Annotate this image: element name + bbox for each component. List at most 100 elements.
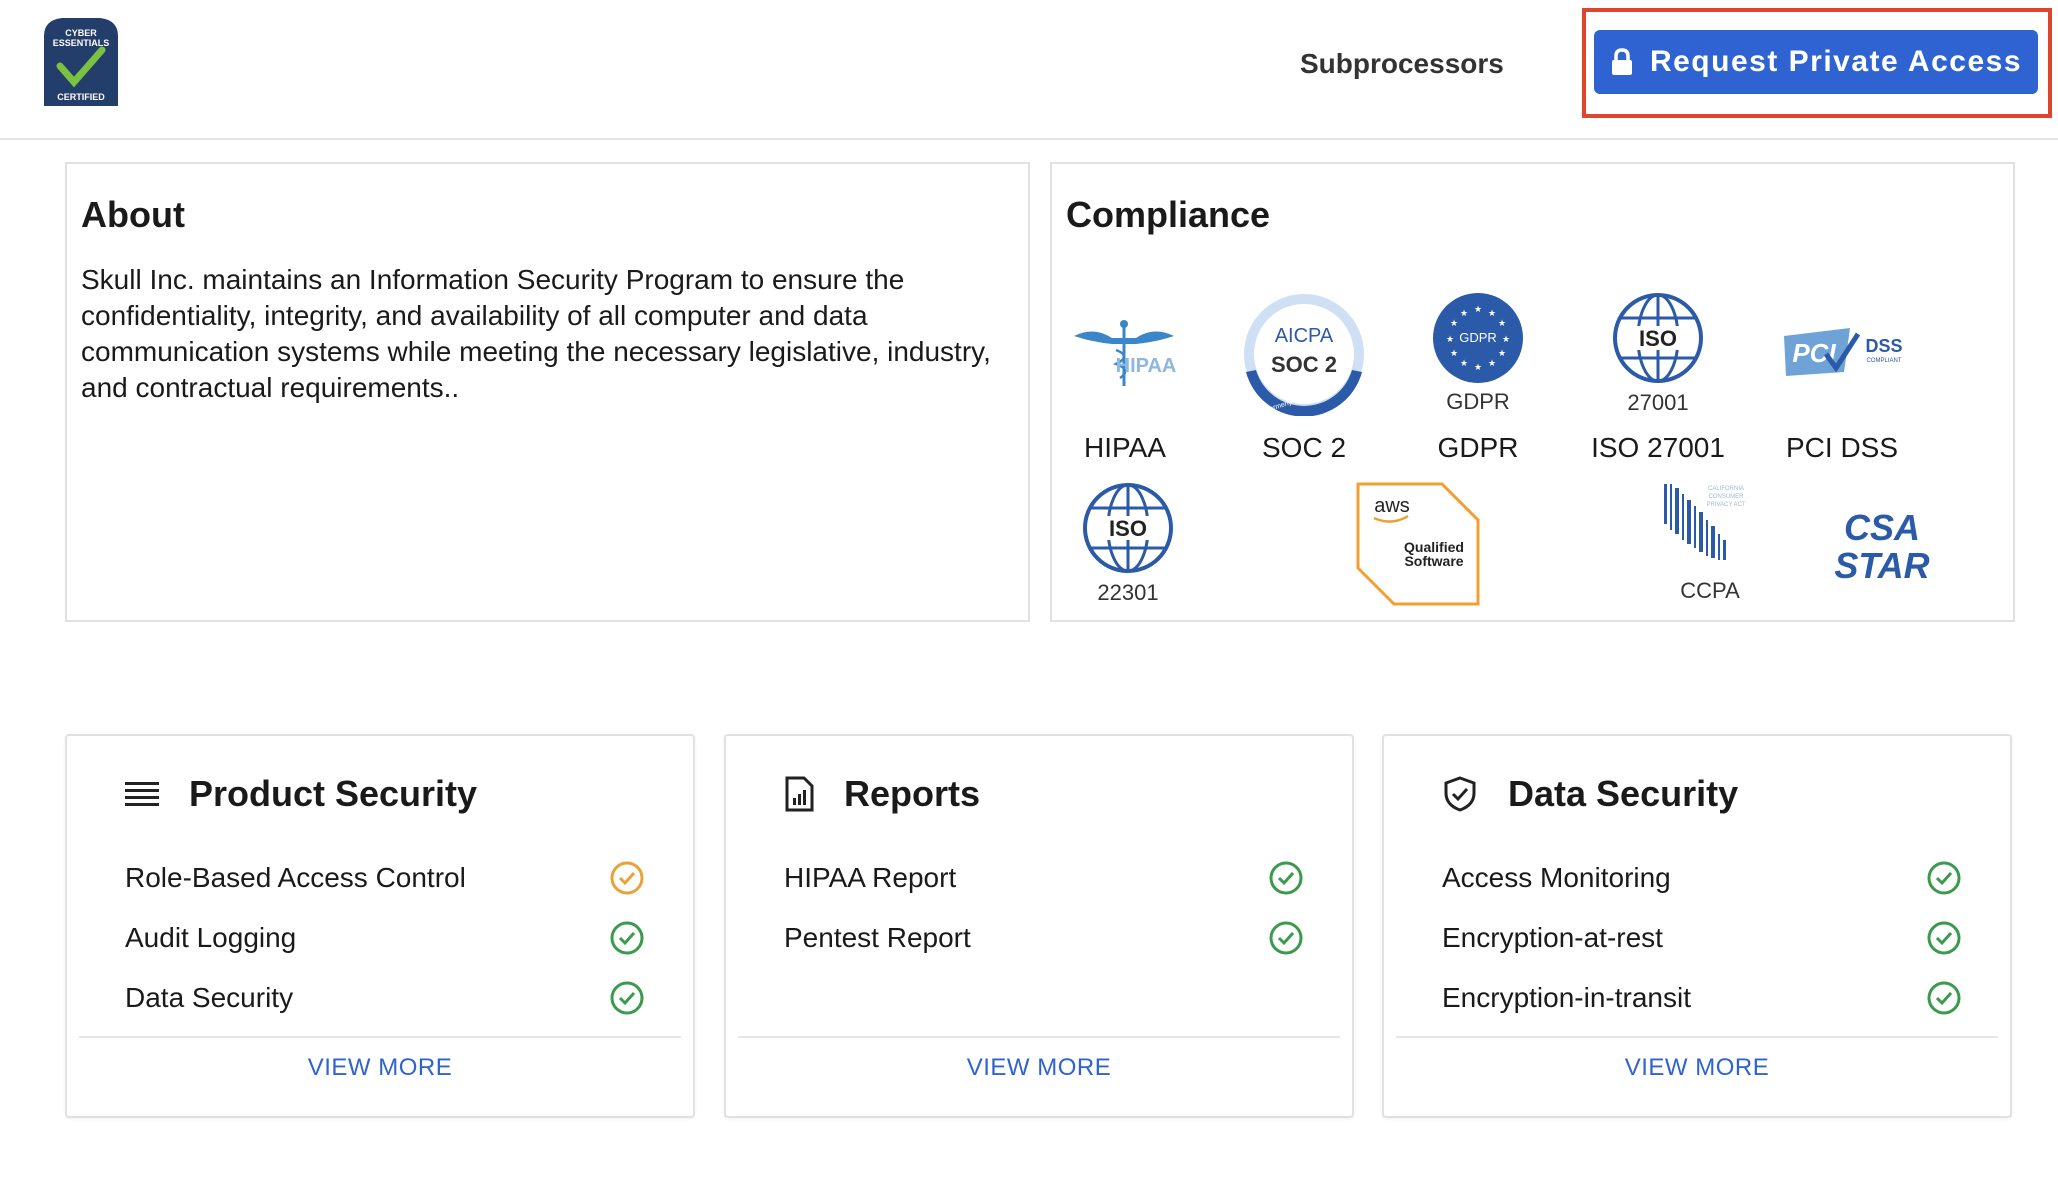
about-title: About	[81, 194, 185, 235]
data-security-title: Data Security	[1508, 773, 1739, 814]
gdpr-logo[interactable]: ★ ★★★ ★★★★ ★★★★ GDPR	[1432, 292, 1524, 384]
badge-label-pci-dss: PCI DSS	[1785, 432, 1899, 463]
svg-text:★: ★	[1450, 349, 1458, 359]
check-circle-icon	[1927, 921, 1961, 955]
list-item[interactable]: Audit Logging	[125, 916, 645, 960]
data-security-view-more[interactable]: VIEW MORE	[1384, 1054, 2010, 1082]
iso27001-logo[interactable]: ISO	[1612, 292, 1704, 384]
product-security-header: Product Security	[125, 764, 477, 824]
ccpa-small2: CONSUMER	[1708, 494, 1744, 500]
soc2-logo-sub: SOC 2	[1271, 352, 1337, 377]
list-item-label: Encryption-at-rest	[1442, 922, 1663, 953]
ccpa-small3: PRIVACY ACT	[1706, 502, 1745, 508]
csa-logo-text: CSA	[1844, 507, 1920, 548]
svg-text:★: ★	[1498, 319, 1506, 329]
svg-text:★: ★	[1502, 335, 1510, 345]
reports-title: Reports	[844, 773, 981, 814]
svg-text:★: ★	[1446, 335, 1454, 345]
badge-label-soc2: SOC 2	[1261, 432, 1347, 463]
ccpa-logo[interactable]: CALIFORNIA CONSUMER PRIVACY ACT	[1660, 482, 1752, 574]
compliance-panel: Compliance HIPAA HIPAA AICPA SOC 2 Forme…	[1050, 162, 2015, 622]
star-logo-text: STAR	[1834, 545, 1929, 586]
list-item-label: Access Monitoring	[1442, 862, 1671, 893]
list-item-label: Data Security	[125, 982, 294, 1013]
iso22301-logo[interactable]: ISO	[1082, 482, 1174, 574]
iso27001-logo-text: ISO	[1639, 326, 1677, 351]
logo-line1: CYBER	[65, 28, 97, 38]
badge-label-hipaa: HIPAA	[1084, 432, 1166, 463]
pending-check-icon	[610, 861, 644, 895]
request-private-access-button[interactable]: Request Private Access	[1594, 30, 2038, 94]
list-item-label: Role-Based Access Control	[125, 862, 466, 893]
check-circle-icon	[610, 921, 644, 955]
report-icon	[785, 776, 814, 812]
card-divider	[1396, 1036, 1998, 1038]
cyber-essentials-logo: CYBER ESSENTIALS CERTIFIED	[44, 18, 118, 106]
reports-header: Reports	[784, 764, 980, 824]
subprocessors-link[interactable]: Subprocessors	[1300, 44, 1504, 84]
svg-text:★: ★	[1474, 363, 1482, 373]
svg-text:★: ★	[1460, 309, 1468, 319]
request-private-access-label: Request Private Access	[1649, 45, 2023, 78]
list-item[interactable]: Role-Based Access Control	[125, 856, 645, 900]
list-item[interactable]: Encryption-in-transit	[1442, 976, 1962, 1020]
dss-logo-text: DSS	[1865, 336, 1902, 356]
gdpr-logo-sub: GDPR	[1446, 389, 1510, 414]
list-item[interactable]: Data Security	[125, 976, 645, 1020]
badge-label-gdpr: GDPR	[1437, 432, 1519, 463]
pci-logo-small: COMPLIANT	[1866, 358, 1901, 364]
ccpa-logo-text: CCPA	[1680, 578, 1740, 603]
hipaa-logo[interactable]: HIPAA	[1064, 314, 1184, 394]
reports-view-more[interactable]: VIEW MORE	[726, 1054, 1352, 1082]
logo-line2: ESSENTIALS	[53, 38, 110, 48]
iso22301-logo-sub: 22301	[1097, 580, 1159, 605]
card-divider	[738, 1036, 1340, 1038]
check-circle-icon	[1269, 921, 1303, 955]
list-icon	[125, 782, 159, 806]
logo-line3: CERTIFIED	[57, 92, 105, 102]
soc2-logo[interactable]: AICPA SOC 2 Formerly SAS 70 Reports	[1242, 292, 1366, 416]
list-item-label: Pentest Report	[784, 922, 971, 953]
lock-icon	[1611, 48, 1632, 75]
pci-dss-logo[interactable]: PCI DSS COMPLIANT	[1780, 324, 1910, 384]
check-circle-icon	[1269, 861, 1303, 895]
check-circle-icon	[1927, 981, 1961, 1015]
check-circle-icon	[610, 981, 644, 1015]
list-item-label: HIPAA Report	[784, 862, 957, 893]
svg-text:★: ★	[1488, 309, 1496, 319]
aws-qualified-software-logo[interactable]: aws Qualified Software	[1356, 482, 1480, 606]
data-security-header: Data Security	[1442, 764, 1738, 824]
list-item-label: Encryption-in-transit	[1442, 982, 1691, 1013]
compliance-title: Compliance	[1066, 194, 1271, 235]
list-item[interactable]: Encryption-at-rest	[1442, 916, 1962, 960]
list-item-label: Audit Logging	[125, 922, 297, 953]
badge-label-iso27001: ISO 27001	[1591, 432, 1725, 463]
check-circle-icon	[1927, 861, 1961, 895]
aws-logo-sub2: Software	[1404, 553, 1463, 569]
list-item[interactable]: Pentest Report	[784, 916, 1304, 960]
about-text: Skull Inc. maintains an Information Secu…	[81, 264, 991, 403]
shield-icon	[1444, 776, 1476, 812]
product-security-title: Product Security	[189, 773, 478, 814]
iso27001-logo-sub: 27001	[1627, 390, 1689, 415]
product-security-view-more[interactable]: VIEW MORE	[67, 1054, 693, 1082]
data-security-card: Data Security Access Monitoring Encrypti…	[1382, 734, 2012, 1118]
product-security-card: Product Security Role-Based Access Contr…	[65, 734, 695, 1118]
gdpr-logo-text: GDPR	[1459, 330, 1497, 345]
svg-text:★: ★	[1488, 359, 1496, 369]
card-divider	[79, 1036, 681, 1038]
svg-text:★: ★	[1474, 305, 1482, 315]
reports-card: Reports HIPAA Report Pentest Report VIEW…	[724, 734, 1354, 1118]
hipaa-logo-text: HIPAA	[1116, 355, 1177, 377]
svg-text:★: ★	[1450, 319, 1458, 329]
about-panel: About Skull Inc. maintains an Informatio…	[65, 162, 1030, 622]
ccpa-small1: CALIFORNIA	[1708, 486, 1744, 492]
csa-star-logo[interactable]: CSA STAR	[1820, 506, 1944, 586]
list-item[interactable]: HIPAA Report	[784, 856, 1304, 900]
list-item[interactable]: Access Monitoring	[1442, 856, 1962, 900]
soc2-logo-aicpa: AICPA	[1275, 325, 1334, 347]
svg-text:★: ★	[1460, 359, 1468, 369]
svg-text:★: ★	[1498, 349, 1506, 359]
iso22301-logo-text: ISO	[1109, 516, 1147, 541]
aws-logo-text: aws	[1374, 495, 1410, 517]
